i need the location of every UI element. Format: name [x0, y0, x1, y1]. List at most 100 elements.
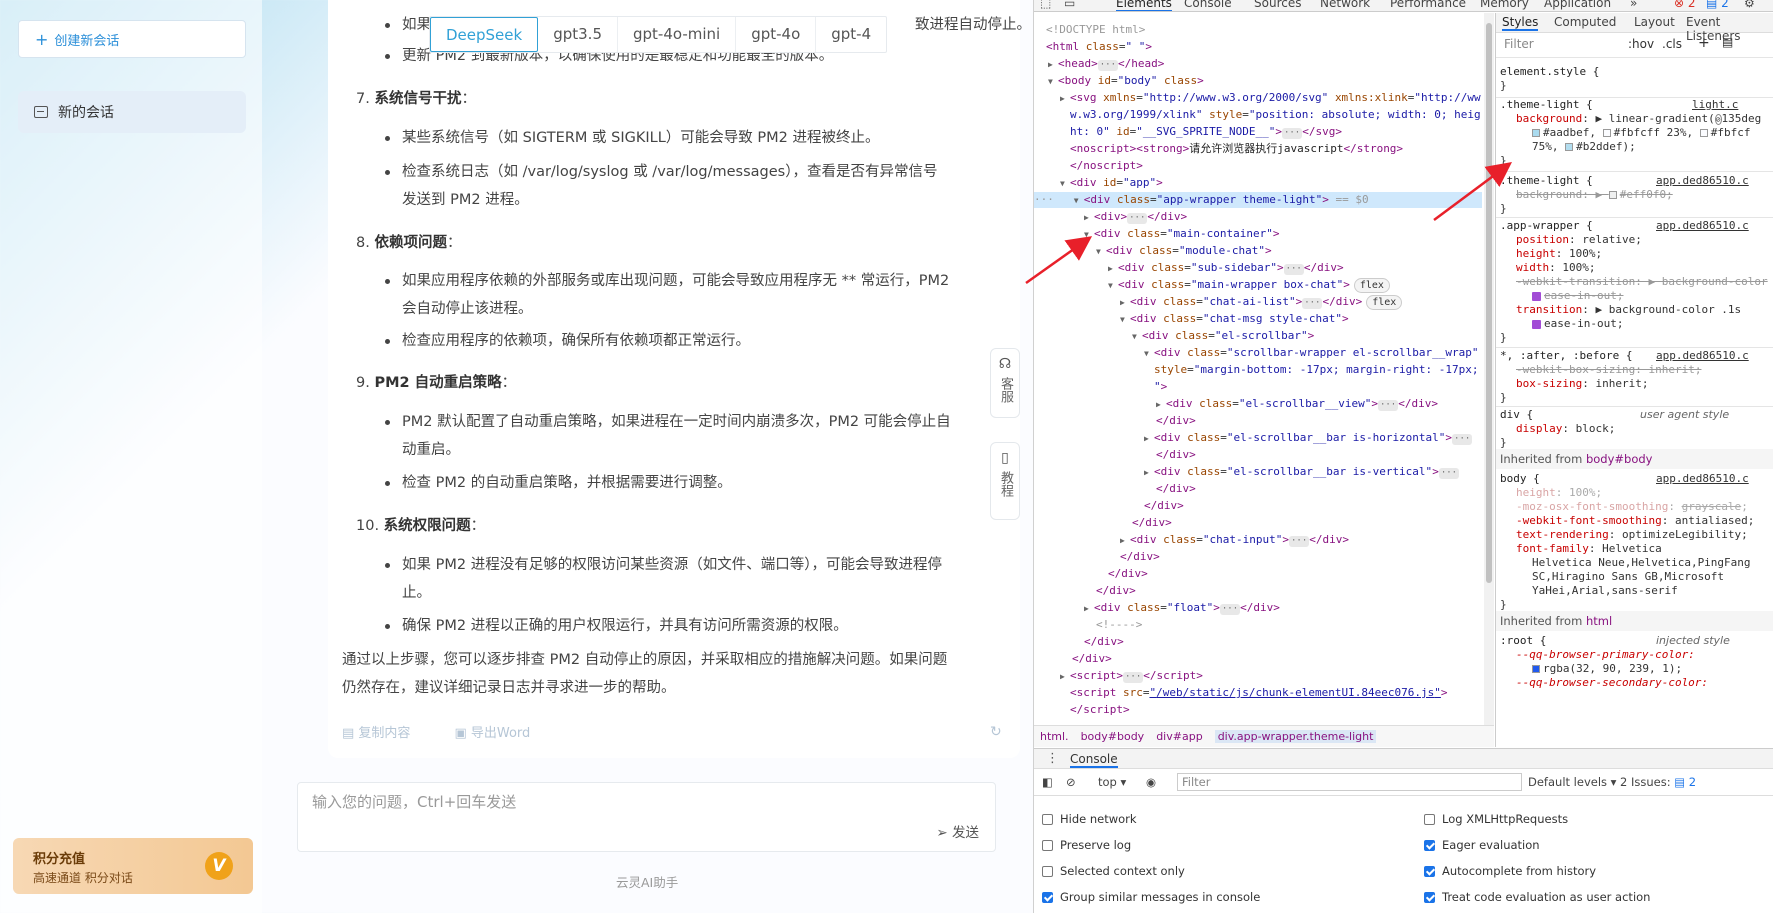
dom-scrollbar[interactable] [1484, 13, 1494, 725]
tab-memory[interactable]: Memory [1480, 0, 1529, 10]
css-declaration[interactable]: -webkit-font-smoothing: antialiased; [1516, 514, 1754, 528]
tab-styles[interactable]: Styles [1502, 15, 1539, 31]
tab-application[interactable]: Application [1544, 0, 1611, 10]
dom-node[interactable]: <noscript><strong>请允许浏览器执行javascript</st… [1070, 141, 1403, 156]
send-button[interactable]: ➢ 发送 [936, 821, 979, 841]
inspect-icon[interactable]: ⬚ [1040, 0, 1051, 10]
styles-filter[interactable]: Filter :hov .cls + ▤ [1502, 35, 1770, 53]
breadcrumb-item-selected[interactable]: div.app-wrapper.theme-light [1214, 730, 1377, 743]
dom-node[interactable]: ▶ <div class="chat-ai-list"> ··· </div> flex [1120, 294, 1403, 310]
rule-source-link[interactable]: app.ded86510.c [1656, 349, 1749, 363]
rule-selector[interactable]: .app-wrapper { [1500, 219, 1593, 233]
dom-node[interactable]: ▼ <div id="app"> [1060, 175, 1163, 191]
error-count-badge[interactable]: ⊗ 2 [1674, 0, 1696, 10]
css-declaration[interactable]: width: 100%; [1516, 261, 1595, 275]
device-toggle-icon[interactable]: ▭ [1064, 0, 1075, 10]
clear-console-icon[interactable]: ⊘ [1066, 775, 1076, 789]
css-declaration[interactable]: --qq-browser-secondary-color: [1516, 676, 1708, 690]
css-declaration[interactable]: transition: ▶ background-color .1s [1516, 303, 1741, 317]
tab-layout[interactable]: Layout [1634, 15, 1675, 29]
rule-selector[interactable]: body { [1500, 472, 1540, 486]
dom-node-selected[interactable]: ··· ▼ <div class="app-wrapper theme-light… [1034, 192, 1482, 208]
css-declaration[interactable]: --qq-browser-primary-color: [1516, 648, 1695, 662]
console-drawer-tab[interactable]: Console [1070, 752, 1118, 768]
message-count-badge[interactable]: ▤ 2 [1706, 0, 1729, 10]
refresh-icon[interactable]: ↻ [990, 724, 1002, 740]
rule-selector[interactable]: *, :after, :before { [1500, 349, 1632, 363]
option-preserve-log[interactable]: Preserve log [1042, 838, 1131, 852]
chat-input[interactable] [312, 793, 912, 811]
css-declaration[interactable]: font-family: Helvetica [1516, 542, 1662, 556]
copy-content-button[interactable]: ▤ 复制内容 [342, 722, 432, 741]
dom-node[interactable]: ▶ <div> ··· </div> [1084, 209, 1187, 225]
css-declaration[interactable]: display: block; [1516, 422, 1615, 436]
option-autocomplete-history[interactable]: Autocomplete from history [1424, 864, 1596, 878]
dom-node[interactable]: ▶ <div class="el-scrollbar__bar is-vertic… [1144, 464, 1460, 480]
sidebar-toggle-icon[interactable]: ◧ [1042, 775, 1053, 789]
tab-elements[interactable]: Elements [1116, 0, 1172, 11]
option-log-xhr[interactable]: Log XMLHttpRequests [1424, 812, 1568, 826]
new-chat-button[interactable]: + 创建新会话 [18, 20, 246, 58]
dom-node[interactable]: ▼ <body id="body" class> [1048, 73, 1204, 89]
rule-selector[interactable]: :root { [1500, 634, 1546, 648]
tab-performance[interactable]: Performance [1390, 0, 1466, 10]
dom-node[interactable]: ▶ <div class="sub-sidebar"> ··· </div> [1108, 260, 1344, 276]
dom-node[interactable]: ▶ <div class="chat-input"> ··· </div> [1120, 532, 1349, 548]
dom-node[interactable]: ▼ <div class="chat-msg style-chat"> [1120, 311, 1349, 327]
css-declaration-overridden[interactable]: -webkit-transition: ▶ background-color [1516, 275, 1768, 289]
customer-service-button[interactable]: ☊ 客服 [990, 348, 1020, 418]
dom-node[interactable]: <!DOCTYPE html> [1046, 22, 1145, 37]
dom-node[interactable]: ▶ <head> ··· </head> [1048, 56, 1164, 72]
rule-source-link[interactable]: app.ded86510.c [1656, 174, 1749, 188]
model-tab-gpt4o-mini[interactable]: gpt-4o-mini [618, 17, 737, 52]
toggle-sidebar-icon[interactable]: ▤ [1722, 35, 1733, 49]
model-tab-gpt4o[interactable]: gpt-4o [736, 17, 817, 52]
more-tabs-icon[interactable]: » [1630, 0, 1637, 10]
dom-node[interactable]: <html class=" "> [1046, 39, 1152, 54]
option-group-similar[interactable]: Group similar messages in console [1042, 890, 1260, 904]
css-declaration[interactable]: box-sizing: inherit; [1516, 377, 1648, 391]
drawer-menu-icon[interactable]: ⋮ [1046, 751, 1059, 766]
dom-node[interactable]: <script src="/web/static/js/chunk-elemen… [1070, 685, 1448, 700]
model-tab-deepseek[interactable]: DeepSeek [430, 17, 539, 52]
dom-node[interactable]: ▶ <div class="float"> ··· </div> [1084, 600, 1280, 616]
log-levels-dropdown[interactable]: Default levels ▾ [1528, 775, 1616, 789]
option-eager-evaluation[interactable]: Eager evaluation [1424, 838, 1540, 852]
export-word-button[interactable]: ▣ 导出Word [454, 722, 552, 741]
dom-node[interactable]: ▶ <script> ··· </script> [1060, 668, 1203, 684]
chat-list-item[interactable]: 新的会话 [18, 91, 246, 133]
breadcrumb-item[interactable]: body#body [1081, 730, 1145, 743]
css-declaration[interactable]: text-rendering: optimizeLegibility; [1516, 528, 1748, 542]
dom-node[interactable]: ▼ <div class="main-container"> [1084, 226, 1279, 242]
tab-computed[interactable]: Computed [1554, 15, 1616, 29]
dom-node[interactable]: ▼ <div class="main-wrapper box-chat"> flex [1108, 277, 1390, 293]
dom-node[interactable]: ▶ <div class="el-scrollbar__bar is-horizo… [1144, 430, 1473, 446]
element-style-rule[interactable]: element.style { [1500, 65, 1599, 79]
hover-toggle[interactable]: :hov [1628, 37, 1654, 51]
css-declaration[interactable]: position: relative; [1516, 233, 1642, 247]
css-declaration-inactive[interactable]: -moz-osx-font-smoothing: grayscale; [1516, 500, 1748, 514]
rule-selector[interactable]: .theme-light { [1500, 98, 1593, 112]
option-selected-context[interactable]: Selected context only [1042, 864, 1185, 878]
eye-icon[interactable]: ◉ [1146, 775, 1156, 789]
dom-node[interactable]: ▶ <svg xmlns="http://www.w3.org/2000/svg"… [1060, 90, 1481, 106]
css-declaration[interactable]: background: ▶ linear-gradient(⊘135deg [1516, 112, 1761, 127]
option-hide-network[interactable]: Hide network [1042, 812, 1137, 826]
class-toggle[interactable]: .cls [1662, 37, 1682, 51]
css-declaration-overridden[interactable]: background: ▶ #eff0f0; [1516, 188, 1673, 202]
rule-source-link[interactable]: light.c [1692, 98, 1738, 112]
rule-source-link[interactable]: app.ded86510.c [1656, 219, 1749, 233]
context-selector[interactable]: top ▾ [1098, 775, 1126, 789]
rule-selector[interactable]: div { [1500, 408, 1533, 422]
add-rule-icon[interactable]: + [1698, 35, 1710, 51]
tab-network[interactable]: Network [1320, 0, 1370, 10]
settings-gear-icon[interactable]: ⚙ [1744, 0, 1755, 10]
rule-selector[interactable]: .theme-light { [1500, 174, 1593, 188]
model-tab-gpt4[interactable]: gpt-4 [816, 17, 886, 52]
css-declaration[interactable]: height: 100%; [1516, 247, 1602, 261]
console-filter-input[interactable]: Filter [1177, 773, 1522, 791]
breadcrumb-item[interactable]: div#app [1156, 730, 1202, 743]
dom-node[interactable]: ▼ <div class="el-scrollbar"> [1132, 328, 1314, 344]
tutorial-button[interactable]: ▯ 教程 [990, 442, 1020, 520]
option-treat-code-eval[interactable]: Treat code evaluation as user action [1424, 890, 1650, 904]
